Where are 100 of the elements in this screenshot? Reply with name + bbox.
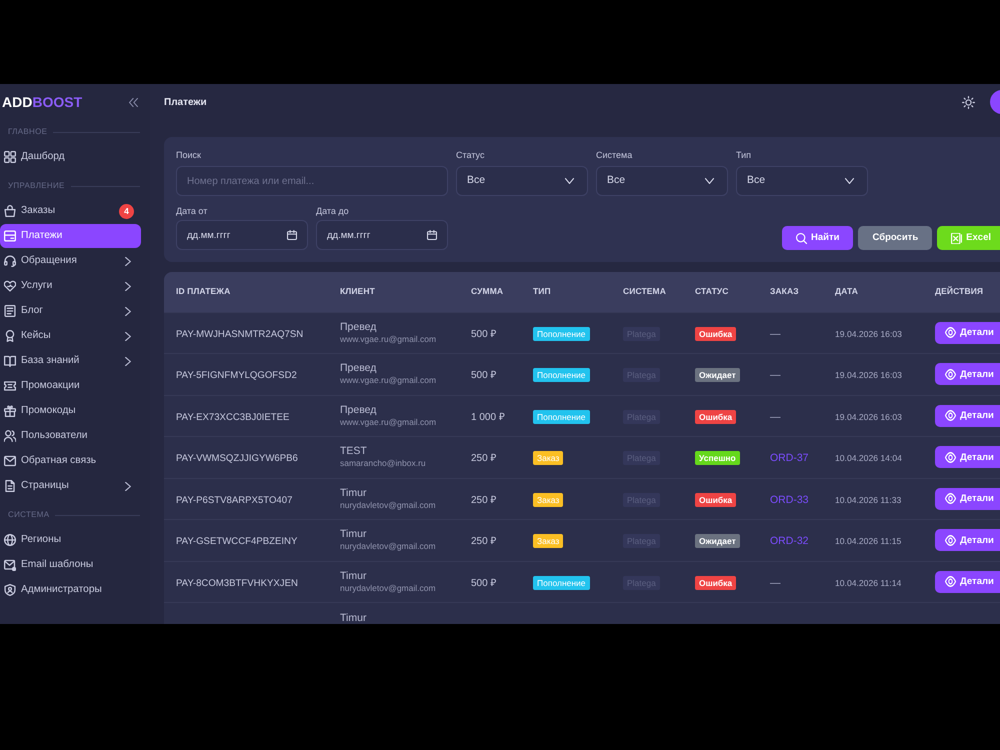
details-button[interactable]: Детали — [935, 322, 1000, 344]
sun-icon[interactable] — [962, 96, 975, 108]
details-button[interactable]: Детали — [935, 570, 1000, 593]
status-badge: Ошибка — [695, 326, 736, 341]
details-button[interactable]: Детали — [935, 363, 1000, 386]
section-title: СИСТЕМА — [8, 509, 50, 521]
details-button[interactable]: Детали — [935, 529, 1000, 552]
client-name: Превед — [340, 320, 376, 333]
column-header: СИСТЕМА — [611, 272, 683, 312]
shield-icon — [4, 584, 16, 596]
bag-icon — [4, 205, 16, 217]
select-field[interactable]: Все — [736, 166, 868, 196]
chevron-down-icon — [845, 178, 854, 184]
section-title: ГЛАВНОЕ — [8, 126, 48, 138]
eye-icon — [945, 452, 956, 463]
payment-id: PAY-EX73XCC3BJ0IETEE — [176, 412, 290, 423]
sidebar-item[interactable]: Промоакции — [0, 374, 141, 398]
sidebar-item[interactable]: Обратная связь — [0, 449, 141, 473]
count-badge: 4 — [119, 204, 134, 218]
calendar-icon[interactable] — [427, 230, 437, 240]
column-header: ID ПЛАТЕЖА — [164, 272, 328, 312]
no-order-dash: — — [770, 576, 780, 589]
sidebar-item[interactable]: Дашборд — [0, 145, 141, 169]
date-text: 19.04.2026 16:03 — [835, 328, 902, 339]
chevron-down-icon — [565, 178, 574, 184]
sidebar-item[interactable]: Промокоды — [0, 399, 141, 423]
client-name: Timur — [340, 528, 366, 540]
chevron-down-icon — [705, 178, 714, 184]
sidebar-item[interactable]: Заказы 4 — [0, 199, 141, 223]
date-field[interactable]: дд.мм.гггг — [176, 220, 308, 250]
client-name: Timur — [340, 570, 366, 582]
column-header: КЛИЕНТ — [328, 272, 459, 312]
date-text: 19.04.2026 16:03 — [835, 412, 902, 422]
column-header: ДЕЙСТВИЯ — [923, 272, 1000, 312]
field-label: Статус — [456, 149, 486, 161]
sidebar-item[interactable]: База знаний — [0, 349, 141, 373]
search-button[interactable]: Найти — [782, 226, 854, 250]
type-badge: Заказ — [533, 451, 564, 466]
headset-icon — [4, 255, 16, 267]
status-badge: Ожидает — [695, 368, 740, 382]
sidebar-item[interactable]: Страницы — [0, 474, 141, 498]
type-badge: Пополнение — [533, 326, 590, 341]
details-button[interactable]: Детали — [935, 488, 1000, 510]
file-icon — [4, 480, 16, 492]
client-name: Timur — [340, 486, 366, 499]
mail-icon — [4, 455, 16, 467]
globe-icon — [4, 534, 16, 546]
sidebar-item[interactable]: Пользователи — [0, 424, 141, 448]
double-chevron-left-icon[interactable] — [129, 98, 138, 106]
amount-text: 250 ₽ — [471, 536, 496, 548]
client-name: Превед — [340, 404, 376, 416]
search-field[interactable]: Номер платежа или email... — [176, 166, 448, 196]
select-field[interactable]: Все — [596, 166, 728, 196]
select-field[interactable]: Все — [456, 166, 588, 196]
no-order-dash: — — [770, 369, 780, 382]
brand-logo: ADDBOOST — [2, 95, 82, 109]
gift-icon — [4, 405, 16, 417]
details-button[interactable]: Детали — [935, 446, 1000, 468]
type-badge: Заказ — [533, 492, 564, 507]
client-email: www.vgae.ru@gmail.com — [340, 416, 436, 428]
sidebar-item[interactable]: Блог — [0, 299, 141, 323]
eye-icon — [945, 576, 956, 588]
users-icon — [4, 430, 16, 442]
amount-text: 250 ₽ — [471, 453, 496, 464]
payment-id: PAY-8COM3BTFVHKYXJEN — [176, 578, 298, 589]
status-badge: Ошибка — [695, 576, 736, 590]
mail-icon — [4, 559, 16, 571]
sidebar-item[interactable]: Платежи — [0, 224, 141, 248]
field-label: Дата до — [316, 205, 350, 217]
client-name: Timur — [340, 612, 366, 624]
type-badge: Заказ — [533, 534, 564, 548]
payment-id: PAY-VWMSQZJJIGYW6PB6 — [176, 453, 298, 464]
client-email: nurydavletov@gmail.com — [340, 540, 436, 552]
type-badge: Пополнение — [533, 410, 590, 424]
client-email: nurydavletov@gmail.com — [340, 582, 436, 594]
amount-text: 500 ₽ — [471, 370, 496, 382]
sidebar-item[interactable]: Кейсы — [0, 324, 141, 348]
reset-button[interactable]: Сбросить — [858, 226, 932, 250]
sidebar-item[interactable]: Обращения — [0, 249, 141, 273]
book-icon — [4, 355, 16, 367]
sidebar-item[interactable]: Услуги — [0, 274, 141, 298]
field-label: Система — [596, 149, 634, 161]
ticket-icon — [4, 380, 16, 392]
details-button[interactable]: Детали — [935, 404, 1000, 427]
payment-id: PAY-P6STV8ARPX5TO407 — [176, 494, 292, 506]
date-field[interactable]: дд.мм.гггг — [316, 220, 448, 250]
payment-id: PAY-GSETWCCF4PBZEINY — [176, 536, 298, 548]
field-label: Тип — [736, 149, 752, 161]
field-label: Дата от — [176, 205, 208, 217]
amount-text: 1 000 ₽ — [471, 412, 505, 423]
eye-icon — [945, 534, 956, 546]
sidebar-item[interactable]: Email шаблоны — [0, 553, 141, 577]
heart-icon — [4, 280, 16, 292]
column-header: ЗАКАЗ — [758, 272, 823, 312]
type-badge: Пополнение — [533, 576, 590, 590]
sidebar-item[interactable]: Администраторы — [0, 578, 141, 602]
sidebar-item[interactable]: Регионы — [0, 528, 141, 552]
calendar-icon[interactable] — [287, 230, 297, 240]
column-header: СТАТУС — [683, 272, 758, 312]
client-name: TEST — [340, 445, 367, 458]
